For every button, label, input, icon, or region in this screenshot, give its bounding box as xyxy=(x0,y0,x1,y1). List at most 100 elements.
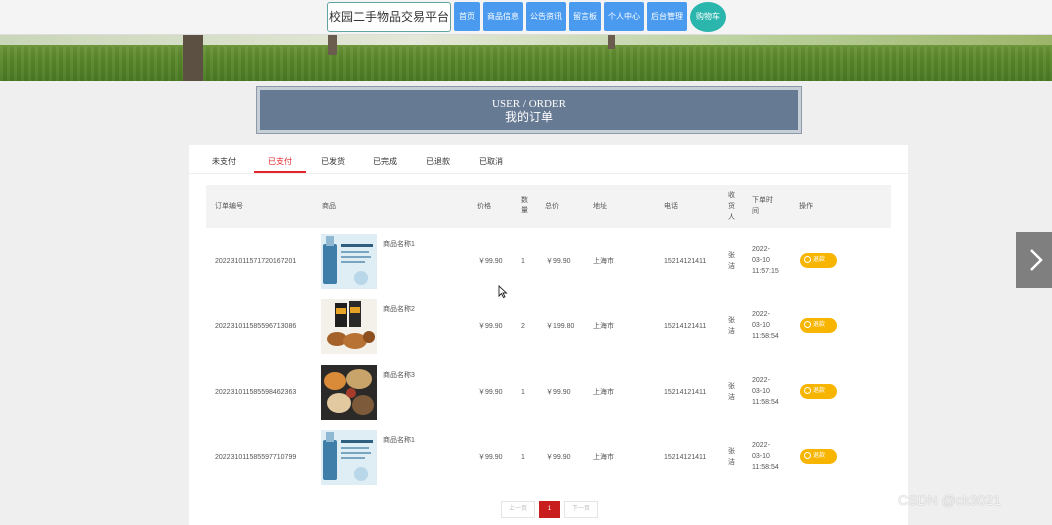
total-price: ￥99.90 xyxy=(546,258,571,265)
col-receiver-line2: 货 xyxy=(728,203,735,210)
nav-profile[interactable]: 个人中心 xyxy=(604,2,644,31)
product-thumbnail-serum[interactable] xyxy=(321,234,377,289)
order-status-tabs: 未支付 已支付 已发货 已完成 已退款 已取消 xyxy=(189,145,908,174)
site-title[interactable]: 校园二手物品交易平台 xyxy=(327,2,451,32)
tab-paid[interactable]: 已支付 xyxy=(254,145,306,173)
product-name[interactable]: 商品名称3 xyxy=(383,371,415,380)
tab-refunded[interactable]: 已退款 xyxy=(422,145,454,172)
order-number: 202231011585596713086 xyxy=(215,323,297,330)
order-date: 03-10 xyxy=(752,322,770,329)
product-name[interactable]: 商品名称1 xyxy=(383,436,415,445)
prev-page-button[interactable]: 上一页 xyxy=(501,501,535,518)
col-action: 操作 xyxy=(799,203,813,210)
nav-goods[interactable]: 商品信息 xyxy=(483,2,523,31)
nav-home[interactable]: 首页 xyxy=(454,2,480,31)
banner-tree-trunk xyxy=(328,35,337,55)
refund-label: 退款 xyxy=(813,257,826,263)
tab-unpaid[interactable]: 未支付 xyxy=(208,145,240,172)
order-time: 11:58:54 xyxy=(752,399,779,406)
product-thumbnail-food[interactable] xyxy=(321,365,377,420)
watermark: CSDN @ck3021 xyxy=(898,492,1001,508)
order-number: 202231011585597710799 xyxy=(215,454,297,461)
table-row: 202231011585597710799 商品名称1 ￥99.90 1 ￥99… xyxy=(206,425,891,490)
banner-tree-trunk xyxy=(183,35,203,81)
order-date: 03-10 xyxy=(752,453,770,460)
col-qty-line2: 量 xyxy=(521,207,528,214)
table-row: 202231011585598462363 商品名称3 ￥99.90 1 ￥99… xyxy=(206,360,891,425)
nav-messages[interactable]: 留言板 xyxy=(569,2,601,31)
tab-cancelled[interactable]: 已取消 xyxy=(475,145,507,172)
address: 上海市 xyxy=(593,389,614,396)
order-date: 2022- xyxy=(752,377,770,384)
col-goods: 商品 xyxy=(322,203,336,210)
refund-button[interactable]: 退款 xyxy=(800,384,837,399)
order-date: 03-10 xyxy=(752,257,770,264)
banner-image xyxy=(0,35,1052,81)
address: 上海市 xyxy=(593,323,614,330)
order-number: 202231011585598462363 xyxy=(215,389,297,396)
address: 上海市 xyxy=(593,258,614,265)
order-date: 03-10 xyxy=(752,388,770,395)
phone: 15214121411 xyxy=(664,323,707,330)
col-order-no: 订单编号 xyxy=(215,203,243,210)
tab-shipped[interactable]: 已发货 xyxy=(317,145,349,172)
banner-sky xyxy=(0,35,1052,45)
price: ￥99.90 xyxy=(478,389,503,396)
banner-grass xyxy=(0,47,1052,81)
order-time: 11:58:54 xyxy=(752,333,779,340)
tab-completed[interactable]: 已完成 xyxy=(369,145,401,172)
main-nav: 首页 商品信息 公告资讯 留言板 个人中心 后台管理 购物车 xyxy=(454,2,726,32)
order-time: 11:58:54 xyxy=(752,464,779,471)
next-page-button[interactable]: 下一页 xyxy=(564,501,598,518)
receiver-line1: 张 xyxy=(728,383,735,390)
quantity: 1 xyxy=(521,258,525,265)
table-header: 订单编号 商品 价格 数 量 总价 地址 电话 收 货 人 下单时 间 操作 xyxy=(206,185,891,228)
address: 上海市 xyxy=(593,454,614,461)
product-thumbnail-snacks[interactable] xyxy=(321,299,377,354)
col-qty-line1: 数 xyxy=(521,197,528,204)
receiver-line2: 洁 xyxy=(728,459,735,466)
refund-label: 退款 xyxy=(813,388,826,394)
order-panel: 未支付 已支付 已发货 已完成 已退款 已取消 订单编号 商品 价格 数 量 总… xyxy=(189,145,908,525)
refund-button[interactable]: 退款 xyxy=(800,318,837,333)
product-name[interactable]: 商品名称2 xyxy=(383,305,415,314)
nav-news[interactable]: 公告资讯 xyxy=(526,2,566,31)
receiver-line2: 洁 xyxy=(728,263,735,270)
col-total: 总价 xyxy=(545,203,559,210)
total-price: ￥99.90 xyxy=(546,389,571,396)
pagination: 上一页 1 下一页 xyxy=(501,501,598,518)
refund-button[interactable]: 退款 xyxy=(800,449,837,464)
col-receiver-line3: 人 xyxy=(728,214,735,221)
col-price: 价格 xyxy=(477,203,491,210)
receiver-line2: 洁 xyxy=(728,394,735,401)
refund-button[interactable]: 退款 xyxy=(800,253,837,268)
page-heading-en: USER / ORDER xyxy=(492,98,566,110)
col-phone: 电话 xyxy=(664,203,678,210)
receiver-line1: 张 xyxy=(728,317,735,324)
phone: 15214121411 xyxy=(664,389,707,396)
receiver-line1: 张 xyxy=(728,252,735,259)
product-thumbnail-serum[interactable] xyxy=(321,430,377,485)
order-date: 2022- xyxy=(752,246,770,253)
receiver-line1: 张 xyxy=(728,448,735,455)
product-name[interactable]: 商品名称1 xyxy=(383,240,415,249)
order-date: 2022- xyxy=(752,311,770,318)
nav-admin[interactable]: 后台管理 xyxy=(647,2,687,31)
price: ￥99.90 xyxy=(478,454,503,461)
top-bar: 校园二手物品交易平台 首页 商品信息 公告资讯 留言板 个人中心 后台管理 购物… xyxy=(0,0,1052,35)
carousel-next-button[interactable] xyxy=(1016,232,1052,288)
mouse-cursor-icon xyxy=(498,285,508,299)
order-date: 2022- xyxy=(752,442,770,449)
refund-icon xyxy=(804,387,811,394)
phone: 15214121411 xyxy=(664,454,707,461)
refund-icon xyxy=(804,256,811,263)
nav-cart[interactable]: 购物车 xyxy=(690,2,726,32)
page-heading: USER / ORDER 我的订单 xyxy=(256,86,802,134)
current-page[interactable]: 1 xyxy=(539,501,560,518)
table-row: 202231011585596713086 商品名称2 ￥99.90 2 ￥19… xyxy=(206,294,891,359)
order-number: 202231011571720167201 xyxy=(215,258,297,265)
chevron-right-icon xyxy=(1030,249,1043,271)
col-receiver-line1: 收 xyxy=(728,192,735,199)
refund-label: 退款 xyxy=(813,322,826,328)
order-time: 11:57:15 xyxy=(752,268,779,275)
